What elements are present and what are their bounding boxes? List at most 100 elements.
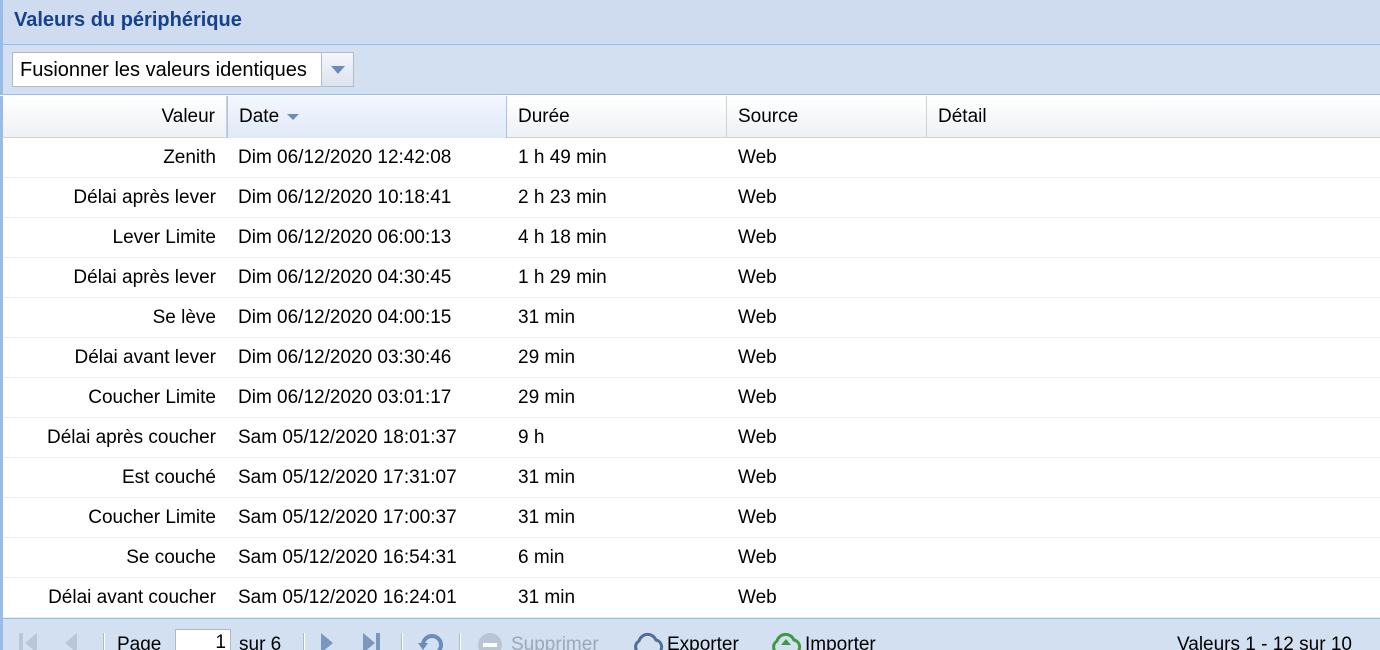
cell-duree: 31 min: [518, 507, 576, 528]
export-button[interactable]: [631, 631, 665, 650]
next-page-icon: [321, 633, 333, 650]
page-number-input[interactable]: 1: [175, 629, 231, 650]
cell-date: Sam 05/12/2020 18:01:37: [238, 427, 457, 448]
cloud-import-icon: [772, 632, 802, 650]
first-page-arrow-icon: [25, 633, 37, 650]
cell-date: Dim 06/12/2020 03:30:46: [238, 347, 452, 368]
previous-page-icon: [65, 633, 77, 650]
table-row[interactable]: Délai après lever Dim 06/12/2020 10:18:41…: [3, 178, 1380, 218]
cell-duree: 6 min: [518, 547, 565, 568]
cell-source: Web: [738, 427, 777, 448]
cell-valeur: Délai après lever: [73, 187, 216, 208]
cell-source: Web: [738, 507, 777, 528]
cell-detail: [927, 178, 1380, 218]
table-row[interactable]: Lever Limite Dim 06/12/2020 06:00:13 4 h 1…: [3, 218, 1380, 258]
delete-button-label: Supprimer: [511, 634, 599, 650]
cell-date: Dim 06/12/2020 10:18:41: [238, 187, 452, 208]
refresh-button[interactable]: [417, 631, 447, 650]
table-row[interactable]: Zenith Dim 06/12/2020 12:42:08 1 h 49 min W…: [3, 138, 1380, 178]
cell-duree: 31 min: [518, 467, 576, 488]
cell-detail: [927, 218, 1380, 258]
toolbar-separator: [103, 633, 105, 650]
delete-button[interactable]: [475, 631, 505, 650]
cell-duree: 29 min: [518, 347, 576, 368]
column-header-label: Durée: [518, 106, 570, 127]
cell-detail: [927, 418, 1380, 458]
cell-duree: 31 min: [518, 307, 576, 328]
page-count-label: sur 6: [239, 634, 282, 650]
column-header-date[interactable]: Date: [227, 96, 507, 138]
cell-date: Sam 05/12/2020 16:24:01: [238, 587, 457, 608]
cell-source: Web: [738, 387, 777, 408]
chevron-down-icon: [331, 66, 345, 74]
table-row[interactable]: Délai après lever Dim 06/12/2020 04:30:45…: [3, 258, 1380, 298]
first-page-icon: [19, 633, 23, 650]
toolbar-separator: [303, 633, 305, 650]
cloud-export-icon: [634, 632, 664, 650]
cell-date: Sam 05/12/2020 17:31:07: [238, 467, 457, 488]
merge-values-select-value: Fusionner les valeurs identiques: [20, 59, 307, 81]
cell-detail: [927, 578, 1380, 618]
panel-header: Valeurs du périphérique: [0, 0, 1380, 45]
cell-duree: 9 h: [518, 427, 545, 448]
column-header-label: Date: [239, 106, 280, 127]
table-row[interactable]: Délai avant lever Dim 06/12/2020 03:30:46…: [3, 338, 1380, 378]
first-page-button[interactable]: [19, 633, 41, 650]
table-row[interactable]: Est couché Sam 05/12/2020 17:31:07 31 min W…: [3, 458, 1380, 498]
page-label: Page: [117, 634, 162, 650]
last-page-arrow-icon: [363, 633, 375, 650]
minus-circle-icon: [478, 633, 502, 650]
cell-source: Web: [738, 187, 777, 208]
import-button[interactable]: [769, 631, 803, 650]
cell-date: Sam 05/12/2020 16:54:31: [238, 547, 457, 568]
cell-date: Dim 06/12/2020 06:00:13: [238, 227, 452, 248]
column-header-label: Détail: [938, 106, 987, 127]
column-header-duree[interactable]: Durée: [507, 96, 727, 138]
cell-source: Web: [738, 587, 777, 608]
sort-descending-icon: [287, 113, 300, 120]
paging-toolbar: Page 1 sur 6 Supprimer Exporter Importer…: [0, 618, 1380, 650]
toolbar-separator: [401, 633, 403, 650]
cell-valeur: Délai après lever: [73, 267, 216, 288]
cell-valeur: Délai avant lever: [74, 347, 216, 368]
column-header-detail[interactable]: Détail: [927, 96, 1380, 138]
table-row[interactable]: Se couche Sam 05/12/2020 16:54:31 6 min Web: [3, 538, 1380, 578]
cell-date: Sam 05/12/2020 17:00:37: [238, 507, 457, 528]
cell-source: Web: [738, 547, 777, 568]
cell-valeur: Est couché: [122, 467, 216, 488]
last-page-button[interactable]: [363, 633, 385, 650]
cell-source: Web: [738, 467, 777, 488]
grid-body: Zenith Dim 06/12/2020 12:42:08 1 h 49 min W…: [0, 138, 1380, 618]
merge-values-select[interactable]: Fusionner les valeurs identiques: [12, 52, 354, 87]
cell-duree: 29 min: [518, 387, 576, 408]
table-row[interactable]: Se lève Dim 06/12/2020 04:00:15 31 min Web: [3, 298, 1380, 338]
cell-duree: 31 min: [518, 587, 576, 608]
toolbar-separator: [459, 633, 461, 650]
next-page-button[interactable]: [321, 633, 333, 650]
cell-valeur: Coucher Limite: [88, 507, 216, 528]
merge-values-dropdown-trigger[interactable]: [321, 53, 353, 86]
previous-page-button[interactable]: [65, 633, 77, 650]
table-row[interactable]: Délai avant coucher Sam 05/12/2020 16:24:…: [3, 578, 1380, 618]
cell-source: Web: [738, 307, 777, 328]
cell-source: Web: [738, 147, 777, 168]
last-page-icon: [376, 633, 380, 650]
cell-date: Dim 06/12/2020 04:30:45: [238, 267, 452, 288]
table-row[interactable]: Délai après coucher Sam 05/12/2020 18:01:…: [3, 418, 1380, 458]
cell-valeur: Se lève: [152, 307, 216, 328]
column-header-label: Valeur: [161, 106, 215, 127]
cell-duree: 1 h 49 min: [518, 147, 607, 168]
cell-detail: [927, 138, 1380, 178]
cell-valeur: Zenith: [163, 147, 216, 168]
column-header-valeur[interactable]: Valeur: [3, 96, 227, 138]
cell-valeur: Délai après coucher: [47, 427, 216, 448]
cell-duree: 2 h 23 min: [518, 187, 607, 208]
column-header-source[interactable]: Source: [727, 96, 927, 138]
cell-detail: [927, 458, 1380, 498]
cell-valeur: Délai avant coucher: [48, 587, 216, 608]
cell-duree: 4 h 18 min: [518, 227, 607, 248]
table-row[interactable]: Coucher Limite Sam 05/12/2020 17:00:37 31 …: [3, 498, 1380, 538]
cell-date: Dim 06/12/2020 12:42:08: [238, 147, 452, 168]
import-button-label: Importer: [805, 634, 876, 650]
table-row[interactable]: Coucher Limite Dim 06/12/2020 03:01:17 29 …: [3, 378, 1380, 418]
